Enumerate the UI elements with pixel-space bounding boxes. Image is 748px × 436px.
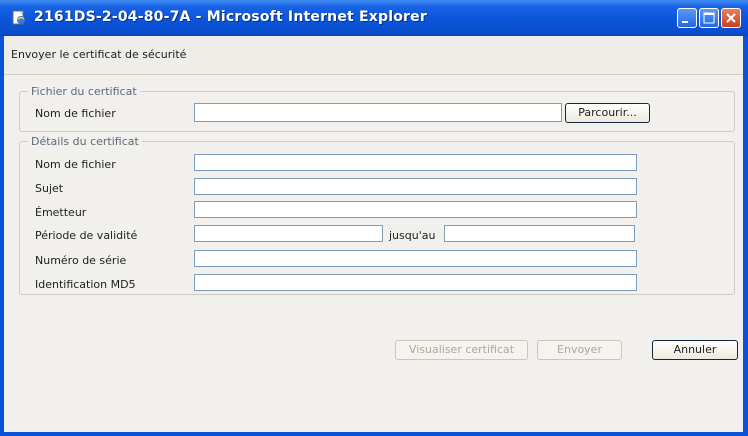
serial-number-field <box>194 250 637 267</box>
md5-fingerprint-label: Identification MD5 <box>35 278 136 291</box>
subject-field <box>194 178 637 195</box>
minimize-icon <box>682 21 688 23</box>
view-certificate-button[interactable]: Visualiser certificat <box>395 340 528 360</box>
details-file-name-field <box>194 154 637 171</box>
page-title: Envoyer le certificat de sécurité <box>11 48 187 61</box>
serial-number-label: Numéro de série <box>35 254 127 267</box>
issuer-label: Émetteur <box>35 206 87 219</box>
browser-window: 2161DS-2-04-80-7A - Microsoft Internet E… <box>0 0 748 436</box>
validity-period-label: Période de validité <box>35 229 138 242</box>
ie-page-icon <box>12 10 25 25</box>
md5-fingerprint-field <box>194 274 637 291</box>
file-name-label: Nom de fichier <box>35 107 116 120</box>
close-button[interactable] <box>721 8 741 28</box>
page-header: Envoyer le certificat de sécurité <box>4 36 743 75</box>
file-name-input-box[interactable] <box>195 107 561 124</box>
cancel-button[interactable]: Annuler <box>652 340 738 360</box>
validity-until-label: jusqu'au <box>389 229 436 242</box>
close-icon <box>726 13 736 23</box>
dialog-content: Envoyer le certificat de sécurité Fichie… <box>4 36 743 432</box>
maximize-button[interactable] <box>699 8 719 28</box>
send-button[interactable]: Envoyer <box>537 340 622 360</box>
title-bar[interactable]: 2161DS-2-04-80-7A - Microsoft Internet E… <box>0 0 748 36</box>
issuer-field <box>194 201 637 218</box>
file-name-input[interactable] <box>194 103 562 124</box>
maximize-icon <box>703 12 715 24</box>
subject-label: Sujet <box>35 182 64 195</box>
certificate-details-legend: Détails du certificat <box>28 135 142 148</box>
window-title: 2161DS-2-04-80-7A - Microsoft Internet E… <box>34 9 427 25</box>
validity-end-field <box>444 225 635 242</box>
details-file-name-label: Nom de fichier <box>35 158 116 171</box>
validity-start-field <box>194 225 383 242</box>
browse-button[interactable]: Parcourir... <box>565 103 650 123</box>
certificate-file-legend: Fichier du certificat <box>28 85 140 98</box>
minimize-button[interactable] <box>677 8 697 28</box>
